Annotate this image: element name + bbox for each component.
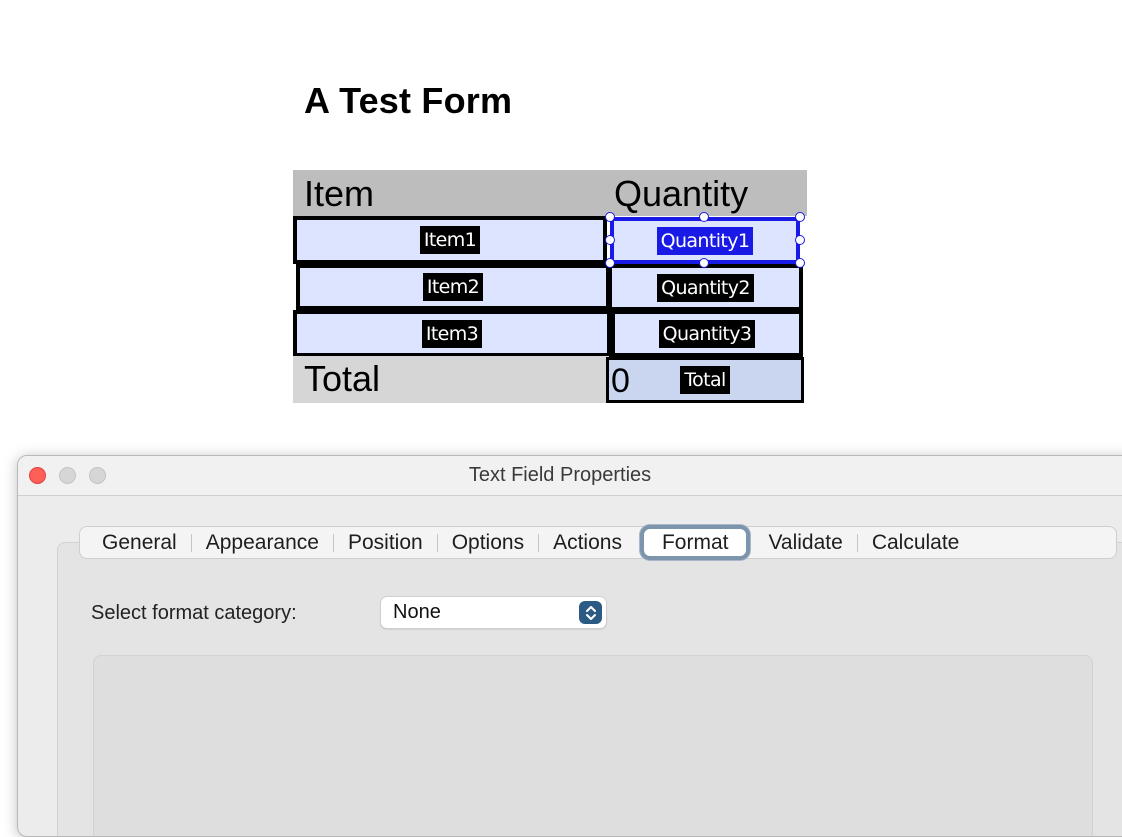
tab-position[interactable]: Position — [334, 527, 437, 558]
resize-handle[interactable] — [605, 258, 615, 268]
quantity2-field[interactable]: Quantity2 — [608, 264, 803, 311]
dialog-title: Text Field Properties — [468, 464, 652, 486]
item2-field[interactable]: Item2 — [296, 264, 610, 310]
resize-handle[interactable] — [605, 235, 615, 245]
quantity-column-header: Quantity — [614, 173, 749, 214]
field-name-tag: Total — [680, 366, 730, 394]
item3-field[interactable]: Item3 — [293, 310, 611, 357]
tab-general[interactable]: General — [88, 527, 191, 558]
tab-appearance[interactable]: Appearance — [192, 527, 333, 558]
form-title: A Test Form — [304, 80, 513, 121]
resize-handle[interactable] — [795, 212, 805, 222]
tab-format[interactable]: Format — [639, 525, 751, 560]
field-name-tag: Item1 — [419, 226, 481, 254]
tab-calculate[interactable]: Calculate — [858, 527, 974, 558]
field-name-tag: Quantity1 — [656, 226, 754, 255]
quantity3-field[interactable]: Quantity3 — [611, 310, 803, 357]
format-category-label: Select format category: — [91, 602, 297, 624]
resize-handle[interactable] — [699, 258, 709, 268]
field-name-tag: Quantity3 — [658, 319, 756, 348]
tab-options[interactable]: Options — [438, 527, 538, 558]
dialog-titlebar[interactable]: Text Field Properties — [18, 456, 1122, 496]
format-options-area — [93, 655, 1093, 836]
chevron-updown-icon — [579, 601, 602, 624]
tab-validate[interactable]: Validate — [754, 527, 856, 558]
total-field[interactable]: Total — [606, 357, 804, 403]
resize-handle[interactable] — [605, 212, 615, 222]
quantity1-field-selected[interactable]: Quantity1 — [610, 217, 800, 264]
item-column-header: Item — [304, 173, 375, 214]
field-name-tag: Item2 — [422, 273, 484, 301]
text-field-properties-dialog: Text Field Properties General Appearance… — [17, 455, 1122, 837]
format-category-select[interactable]: None — [380, 596, 607, 629]
format-category-value: None — [393, 601, 441, 623]
field-name-tag: Item3 — [421, 319, 483, 348]
resize-handle[interactable] — [795, 235, 805, 245]
item1-field[interactable]: Item1 — [293, 216, 607, 264]
resize-handle[interactable] — [699, 212, 709, 222]
tab-actions[interactable]: Actions — [539, 527, 636, 558]
form-table: Item Quantity Item1 Item2 Item3 Quantity… — [293, 170, 807, 403]
field-name-tag: Quantity2 — [657, 273, 754, 302]
total-value: 0 — [611, 362, 630, 400]
tab-bar: General Appearance Position Options Acti… — [79, 525, 1117, 560]
total-label: Total — [304, 358, 381, 399]
resize-handle[interactable] — [795, 258, 805, 268]
